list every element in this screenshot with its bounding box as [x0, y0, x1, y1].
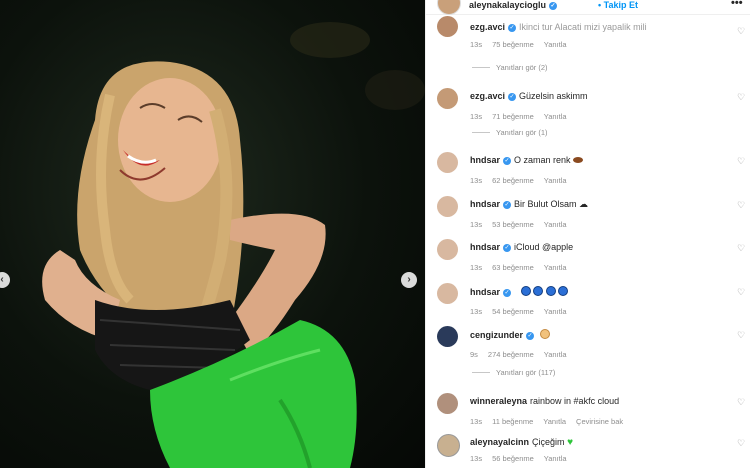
commenter-username[interactable]: aleynayalcinn [470, 437, 529, 447]
see-translation-link[interactable]: Çevirisine bak [576, 417, 623, 426]
comment-likes[interactable]: 274 beğenme [488, 350, 534, 359]
author-username[interactable]: aleynakalaycioglu ✓ [469, 0, 558, 10]
comment-text: Ikinci tur Alacati mizi yapalik mili [519, 22, 647, 32]
reply-link[interactable]: Yanıtla [544, 220, 567, 229]
like-heart-icon[interactable]: ♡ [737, 156, 745, 167]
face-emoji-icon [539, 329, 550, 339]
comment-text: Bir Bulut Olsam ☁ [514, 199, 589, 209]
comment-item: hndsar ✓ 13s 54 beğenme Yanıtla ♡ [426, 283, 750, 323]
comment-time: 13s [470, 263, 483, 272]
comment-time: 9s [470, 350, 478, 359]
reply-link[interactable]: Yanıtla [544, 350, 567, 359]
commenter-username[interactable]: hndsar [470, 287, 500, 297]
post-photo: ‹ › [0, 0, 425, 468]
follow-button[interactable]: • Takip Et [598, 0, 638, 10]
commenter-avatar[interactable] [437, 239, 458, 260]
comments-panel: aleynakalaycioglu ✓ • Takip Et ••• ezg.av… [425, 0, 750, 468]
like-heart-icon[interactable]: ♡ [737, 200, 745, 211]
comment-item: hndsar ✓ Bir Bulut Olsam ☁ 13s 53 beğenme Ya… [426, 196, 750, 236]
like-heart-icon[interactable]: ♡ [737, 397, 745, 408]
comment-likes[interactable]: 56 beğenme [492, 454, 534, 463]
view-replies-link[interactable]: Yanıtları gör (1) [472, 128, 548, 137]
commenter-avatar[interactable] [437, 16, 458, 37]
verified-icon: ✓ [503, 201, 512, 209]
author-avatar[interactable] [437, 0, 461, 15]
green-heart-icon: ♥ [567, 437, 574, 448]
blue-circle-emoji-icon [533, 286, 544, 296]
comment-text: O zaman renk [514, 155, 571, 165]
comment-time: 13s [470, 40, 483, 49]
comment-text: iCloud @apple [514, 242, 574, 252]
commenter-username[interactable]: winneraleyna [470, 396, 527, 406]
comment-time: 13s [470, 220, 483, 229]
like-heart-icon[interactable]: ♡ [737, 287, 745, 298]
comment-item: cengizunder ✓ 9s 274 beğenme Yanıtla ♡ [426, 326, 750, 366]
comment-likes[interactable]: 11 beğenme [492, 417, 533, 426]
comment-item: hndsar ✓ O zaman renk 13s 62 beğenme Yanıtla… [426, 152, 750, 192]
comment-text: Güzelsin askimm [519, 91, 588, 101]
commenter-username[interactable]: cengizunder [470, 330, 523, 340]
comment-time: 13s [470, 112, 483, 121]
blue-circle-emoji-icon [558, 286, 569, 296]
comment-time: 13s [470, 307, 483, 316]
commenter-avatar[interactable] [437, 434, 460, 457]
commenter-avatar[interactable] [437, 196, 458, 217]
more-options-icon[interactable]: ••• [731, 0, 743, 9]
like-heart-icon[interactable]: ♡ [737, 438, 745, 449]
comment-item: ezg.avci ✓ Ikinci tur Alacati mizi yapalik… [426, 16, 750, 58]
blue-circle-emoji-icon [545, 286, 556, 296]
reply-link[interactable]: Yanıtla [544, 263, 567, 272]
comment-item: aleynayalcinn Çiçeğim ♥ 13s 56 beğenme Yanı… [426, 434, 750, 468]
blue-circle-emoji-icon [520, 286, 531, 296]
reply-link[interactable]: Yanıtla [544, 454, 567, 463]
comment-likes[interactable]: 71 beğenme [492, 112, 534, 121]
comment-likes[interactable]: 54 beğenme [492, 307, 534, 316]
rugby-ball-icon [573, 157, 584, 163]
commenter-username[interactable]: ezg.avci [470, 22, 505, 32]
post-header: aleynakalaycioglu ✓ • Takip Et ••• [426, 0, 750, 15]
comment-time: 13s [470, 454, 483, 463]
comment-item: hndsar ✓ iCloud @apple 13s 63 beğenme Yanıtl… [426, 239, 750, 279]
verified-icon: ✓ [503, 157, 512, 165]
commenter-username[interactable]: hndsar [470, 199, 500, 209]
reply-link[interactable]: Yanıtla [544, 112, 567, 121]
commenter-avatar[interactable] [437, 326, 458, 347]
view-replies-link[interactable]: Yanıtları gör (117) [472, 368, 555, 377]
comment-item: ezg.avci ✓ Güzelsin askimm 13s 71 beğenme Ya… [426, 88, 750, 128]
reply-link[interactable]: Yanıtla [544, 176, 567, 185]
comment-time: 13s [470, 417, 483, 426]
comment-likes[interactable]: 53 beğenme [492, 220, 534, 229]
view-replies-link[interactable]: Yanıtları gör (2) [472, 63, 548, 72]
verified-icon: ✓ [526, 332, 535, 340]
verified-icon: ✓ [508, 93, 517, 101]
verified-icon: ✓ [503, 289, 512, 297]
verified-icon: ✓ [549, 2, 558, 10]
comment-time: 13s [470, 176, 483, 185]
verified-icon: ✓ [508, 24, 517, 32]
like-heart-icon[interactable]: ♡ [737, 92, 745, 103]
like-heart-icon[interactable]: ♡ [737, 330, 745, 341]
reply-link[interactable]: Yanıtla [544, 40, 567, 49]
reply-link[interactable]: Yanıtla [543, 417, 566, 426]
commenter-avatar[interactable] [437, 393, 458, 414]
comment-item: winneraleyna rainbow in #akfc cloud 13s 11… [426, 393, 750, 433]
comment-likes[interactable]: 63 beğenme [492, 263, 534, 272]
like-heart-icon[interactable]: ♡ [737, 26, 745, 37]
commenter-avatar[interactable] [437, 283, 458, 304]
like-heart-icon[interactable]: ♡ [737, 243, 745, 254]
commenter-avatar[interactable] [437, 88, 458, 109]
photo-illustration [42, 22, 425, 468]
comment-text: rainbow in #akfc cloud [530, 396, 620, 406]
comment-likes[interactable]: 75 beğenme [492, 40, 534, 49]
commenter-username[interactable]: hndsar [470, 242, 500, 252]
verified-icon: ✓ [503, 244, 512, 252]
comment-text: Çiçeğim [532, 437, 565, 447]
comment-likes[interactable]: 62 beğenme [492, 176, 534, 185]
reply-link[interactable]: Yanıtla [544, 307, 567, 316]
commenter-username[interactable]: hndsar [470, 155, 500, 165]
commenter-username[interactable]: ezg.avci [470, 91, 505, 101]
next-photo-button[interactable]: › [401, 272, 417, 288]
commenter-avatar[interactable] [437, 152, 458, 173]
